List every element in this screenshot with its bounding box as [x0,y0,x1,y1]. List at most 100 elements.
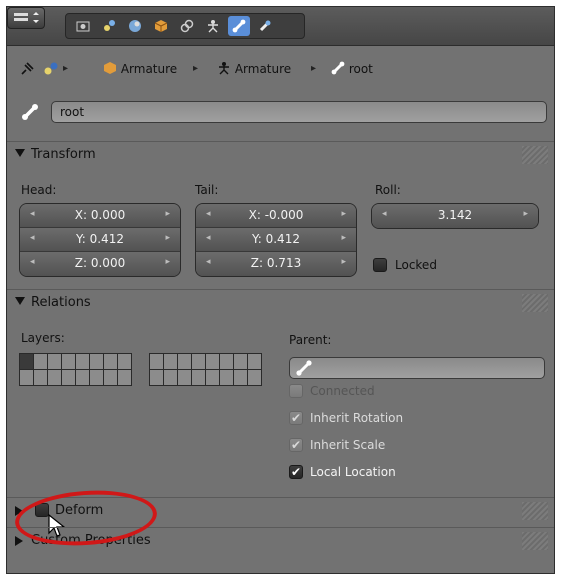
constraint-icon [180,19,194,33]
tab-constraints[interactable] [176,16,198,36]
layer-toggle[interactable] [150,370,163,385]
expand-triangle-icon [15,297,25,305]
tail-x-field[interactable]: ◂ X: -0.000 ▸ [196,204,356,228]
editor-type-icon [14,12,39,23]
tab-world[interactable] [124,16,146,36]
layer-toggle[interactable] [62,354,75,369]
connected-checkbox[interactable] [289,384,303,398]
layer-toggle[interactable] [76,354,89,369]
inherit-rotation-label: Inherit Rotation [310,411,404,425]
breadcrumb-separator: ▸ [311,63,317,74]
tab-render[interactable] [72,16,94,36]
bone-icon [296,360,312,379]
bone-layers-group-1 [19,353,132,386]
layer-toggle[interactable] [178,370,191,385]
tab-object[interactable] [150,16,172,36]
tab-armature-data[interactable] [202,16,224,36]
layers-label: Layers: [21,331,65,345]
layer-toggle[interactable] [20,354,33,369]
parent-label: Parent: [289,333,332,347]
layer-toggle[interactable] [48,370,61,385]
layer-toggle[interactable] [206,370,219,385]
layer-toggle[interactable] [118,354,131,369]
layer-toggle[interactable] [248,370,261,385]
roll-label: Roll: [375,183,401,197]
bone-icon [21,103,39,124]
armature-data-icon [219,62,229,75]
layer-toggle[interactable] [234,370,247,385]
tab-bone-constraints[interactable] [254,16,276,36]
layer-toggle[interactable] [62,370,75,385]
tail-label: Tail: [195,183,219,197]
relations-section-header[interactable]: Relations [7,289,554,315]
breadcrumb-armature-object: Armature [103,61,177,76]
layer-toggle[interactable] [192,354,205,369]
breadcrumb-separator: ▸ [63,63,69,74]
roll-field-wrap: ◂ 3.142 ▸ [371,203,539,229]
layer-toggle[interactable] [104,354,117,369]
layer-toggle[interactable] [192,370,205,385]
layer-toggle[interactable] [234,354,247,369]
bone-icon [331,61,345,75]
pin-icon[interactable] [19,61,35,80]
parent-field[interactable] [289,357,545,379]
bone-constraint-icon [259,20,271,32]
layer-toggle[interactable] [248,354,261,369]
drag-handle[interactable] [522,532,548,550]
inherit-rotation-checkbox[interactable]: ✔ [289,411,303,425]
layer-toggle[interactable] [48,354,61,369]
expand-triangle-icon [15,149,25,157]
drag-handle[interactable] [522,294,548,312]
collapse-triangle-icon [15,536,23,546]
layer-toggle[interactable] [34,354,47,369]
local-location-label: Local Location [310,465,396,479]
inherit-scale-label: Inherit Scale [310,438,386,452]
layer-toggle[interactable] [104,370,117,385]
layer-toggle[interactable] [20,370,33,385]
layer-toggle[interactable] [34,370,47,385]
head-fields: ◂ X: 0.000 ▸ ◂ Y: 0.412 ▸ ◂ Z: 0.000 ▸ [19,203,181,277]
bone-name-field[interactable]: root [51,101,547,123]
context-tabs [65,13,305,39]
layer-toggle[interactable] [150,354,163,369]
drag-handle[interactable] [522,502,548,520]
head-y-field[interactable]: ◂ Y: 0.412 ▸ [20,228,180,252]
layer-toggle[interactable] [164,354,177,369]
locked-checkbox[interactable] [373,258,387,272]
tail-z-field[interactable]: ◂ Z: 0.713 ▸ [196,252,356,276]
head-z-field[interactable]: ◂ Z: 0.000 ▸ [20,252,180,276]
layer-toggle[interactable] [178,354,191,369]
bone-icon [232,19,246,33]
layer-toggle[interactable] [76,370,89,385]
head-x-field[interactable]: ◂ X: 0.000 ▸ [20,204,180,228]
render-icon [76,21,90,32]
layer-toggle[interactable] [206,354,219,369]
editor-type-button[interactable] [7,7,45,29]
head-label: Head: [21,183,57,197]
layer-toggle[interactable] [164,370,177,385]
breadcrumb-separator: ▸ [193,63,199,74]
transform-section-header[interactable]: Transform [7,141,554,167]
inherit-scale-checkbox[interactable]: ✔ [289,438,303,452]
tail-fields: ◂ X: -0.000 ▸ ◂ Y: 0.412 ▸ ◂ Z: 0.713 ▸ [195,203,357,277]
tab-scene[interactable] [98,16,120,36]
drag-handle[interactable] [522,146,548,164]
locked-label: Locked [395,258,437,272]
connected-label: Connected [310,384,375,398]
layer-toggle[interactable] [220,370,233,385]
scene-icon [104,20,115,31]
scene-icon [43,61,59,80]
bone-layers-group-2 [149,353,262,386]
roll-field[interactable]: ◂ 3.142 ▸ [372,204,538,228]
layer-toggle[interactable] [220,354,233,369]
layer-toggle[interactable] [118,370,131,385]
armature-data-icon [208,20,218,33]
tab-bone[interactable] [228,16,250,36]
breadcrumb-bone: root [331,61,373,76]
layer-toggle[interactable] [90,354,103,369]
tail-y-field[interactable]: ◂ Y: 0.412 ▸ [196,228,356,252]
breadcrumb-armature-data: Armature [217,61,291,76]
layer-toggle[interactable] [90,370,103,385]
breadcrumb: ▸ Armature ▸ Armature ▸ root [17,57,537,81]
local-location-checkbox[interactable]: ✔ [289,465,303,479]
